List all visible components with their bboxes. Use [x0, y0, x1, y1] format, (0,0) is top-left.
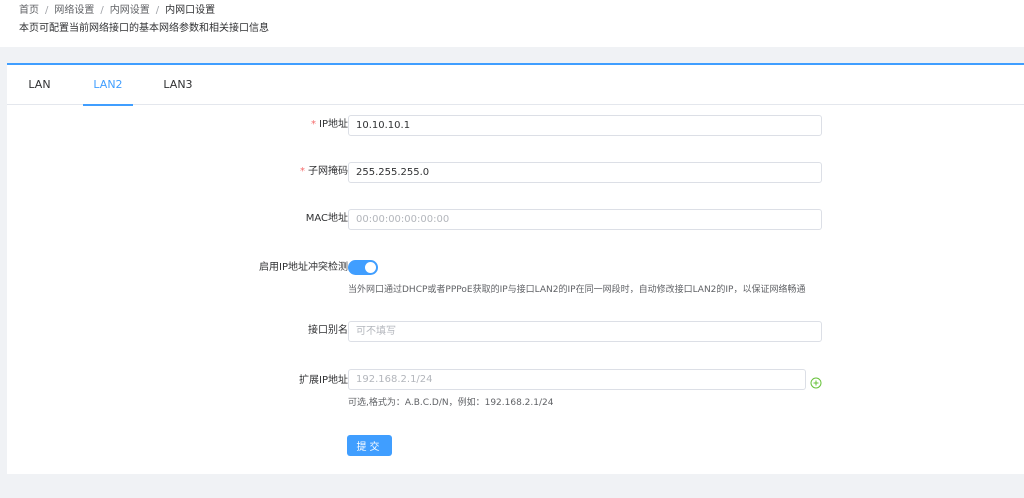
page-header: 首页 / 网络设置 / 内网设置 / 内网口设置 本页可配置当前网络接口的基本网络参数和相关… [0, 0, 1024, 47]
interface-alias-label: 接口别名 [308, 325, 348, 336]
conflict-detection-switch[interactable] [348, 260, 378, 275]
breadcrumb: 首页 / 网络设置 / 内网设置 / 内网口设置 [19, 4, 215, 18]
mac-address-input[interactable] [348, 209, 822, 230]
ip-address-input[interactable] [348, 115, 822, 136]
switch-knob [365, 262, 376, 273]
subnet-mask-label: * 子网掩码 [300, 166, 348, 177]
breadcrumb-separator: / [100, 5, 104, 16]
extended-ip-hint: 可选,格式为：A.B.C.D/N，例如：192.168.2.1/24 [348, 398, 554, 408]
conflict-detection-label: 启用IP地址冲突检测 [259, 262, 348, 273]
tab-lan[interactable]: LAN [28, 65, 51, 105]
breadcrumb-item-lan-settings[interactable]: 内网设置 [110, 5, 150, 16]
plus-circle-icon[interactable] [810, 374, 822, 389]
breadcrumb-separator: / [45, 5, 49, 16]
tab-lan3[interactable]: LAN3 [163, 65, 193, 105]
required-mark: * [311, 119, 317, 130]
ip-address-label: * IP地址 [311, 119, 348, 130]
required-mark: * [300, 166, 305, 177]
submit-button[interactable]: 提交 [347, 435, 392, 456]
breadcrumb-item-network-settings[interactable]: 网络设置 [54, 5, 94, 16]
breadcrumb-item-home[interactable]: 首页 [19, 5, 39, 16]
breadcrumb-separator: / [155, 5, 160, 16]
conflict-detection-hint: 当外网口通过DHCP或者PPPoE获取的IP与接口LAN2的IP在同一网段时，自… [348, 285, 806, 295]
page-description: 本页可配置当前网络接口的基本网络参数和相关接口信息 [19, 23, 269, 34]
extended-ip-label: 扩展IP地址 [299, 375, 348, 386]
extended-ip-input[interactable] [348, 369, 806, 390]
subnet-mask-input[interactable] [348, 162, 822, 183]
interface-alias-input[interactable] [348, 321, 822, 342]
mac-address-label: MAC地址 [305, 213, 348, 224]
tab-bar: LAN LAN2 LAN3 [7, 65, 1024, 106]
settings-card: LAN LAN2 LAN3 *IP地址 *子网掩码 MAC地址 启用IP地址冲突… [7, 63, 1024, 474]
tab-lan2[interactable]: LAN2 [83, 65, 133, 106]
breadcrumb-item-current: 内网口设置 [165, 5, 216, 16]
